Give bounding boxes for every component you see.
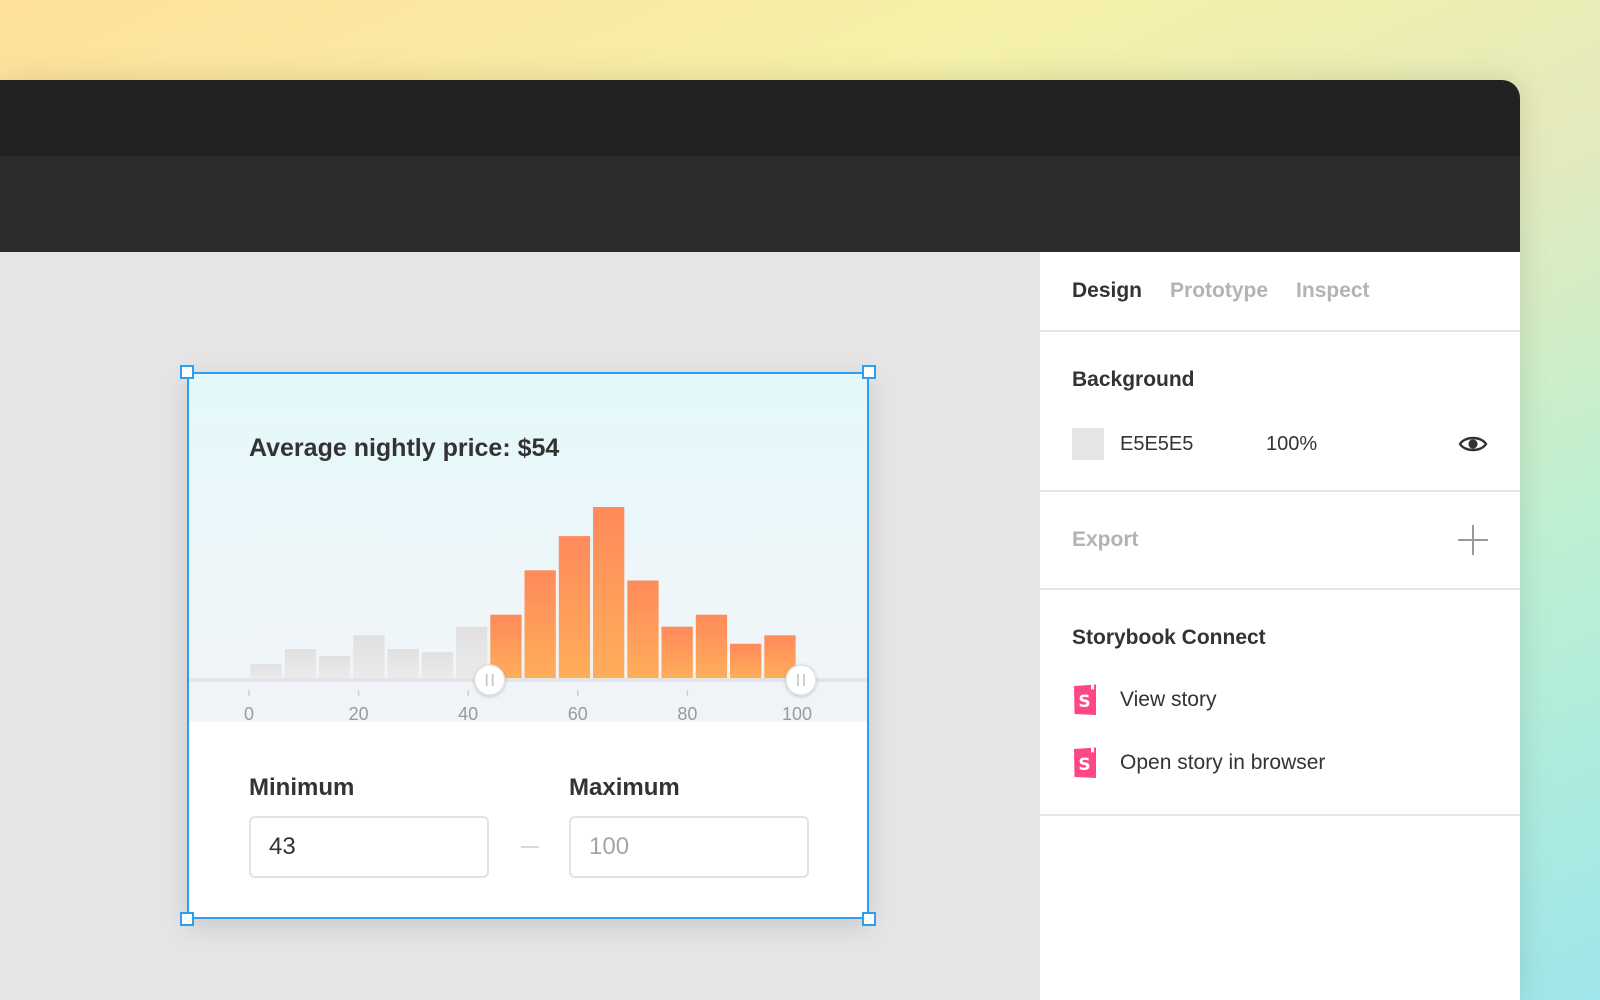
histogram-bar [696,615,727,678]
open-story-browser-label: Open story in browser [1120,751,1325,775]
tab-inspect[interactable]: Inspect [1296,279,1370,303]
storybook-icon: S [1072,747,1098,779]
minimum-input[interactable]: 43 [249,816,489,878]
min-slider-handle[interactable] [475,665,505,695]
histogram-bar [319,656,350,678]
view-story-label: View story [1120,688,1216,712]
background-section: Background E5E5E5 100% [1040,332,1520,492]
x-tick-label: 60 [568,704,588,724]
svg-text:S: S [1078,755,1090,775]
maximum-label: Maximum [569,774,680,802]
price-filter-component[interactable]: Average nightly price: $54 020406080100 … [187,372,869,919]
storybook-section: Storybook Connect S View story S Open st… [1040,590,1520,816]
x-tick-label: 100 [782,704,812,724]
eye-icon[interactable] [1458,433,1488,455]
background-title: Background [1072,368,1195,392]
open-story-browser-link[interactable]: S Open story in browser [1072,747,1325,779]
color-swatch[interactable] [1072,428,1104,460]
hex-value[interactable]: E5E5E5 [1120,433,1266,456]
histogram-bar [525,570,556,678]
histogram-bar [388,649,419,678]
opacity-value[interactable]: 100% [1266,433,1317,456]
histogram-bar [662,627,693,678]
title-bar [0,80,1520,156]
tab-design[interactable]: Design [1072,279,1142,303]
resize-handle-top-left[interactable] [180,365,194,379]
histogram-bar [422,652,453,678]
svg-text:S: S [1078,692,1090,712]
x-tick-label: 0 [244,704,254,724]
histogram-bar [353,635,384,678]
histogram-bar [627,581,658,679]
export-section: Export [1040,492,1520,590]
histogram-bar [251,664,282,678]
histogram-bar [593,507,624,678]
tab-prototype[interactable]: Prototype [1170,279,1268,303]
average-price-title: Average nightly price: $54 [249,434,559,463]
maximum-input[interactable]: 100 [569,816,809,878]
max-slider-handle[interactable] [786,665,816,695]
resize-handle-bottom-left[interactable] [180,912,194,926]
storybook-icon: S [1072,684,1098,716]
histogram-bar [559,536,590,678]
range-separator [521,846,539,848]
price-histogram: 0 20 40 60 80 100 [189,494,867,734]
background-fill-row: E5E5E5 100% [1072,428,1488,460]
histogram-bar [285,649,316,678]
properties-panel: Design Prototype Inspect Background E5E5… [1040,252,1520,1000]
resize-handle-top-right[interactable] [862,365,876,379]
export-title: Export [1072,528,1139,552]
histogram-bar [730,644,761,678]
slider-track[interactable] [189,678,867,682]
x-tick-label: 40 [458,704,478,724]
toolbar [0,156,1520,252]
storybook-title: Storybook Connect [1072,626,1266,650]
plus-icon[interactable] [1458,525,1488,555]
x-tick-label: 80 [677,704,697,724]
resize-handle-bottom-right[interactable] [862,912,876,926]
view-story-link[interactable]: S View story [1072,684,1216,716]
minimum-label: Minimum [249,774,354,802]
x-tick-label: 20 [349,704,369,724]
panel-tabs: Design Prototype Inspect [1040,252,1520,332]
